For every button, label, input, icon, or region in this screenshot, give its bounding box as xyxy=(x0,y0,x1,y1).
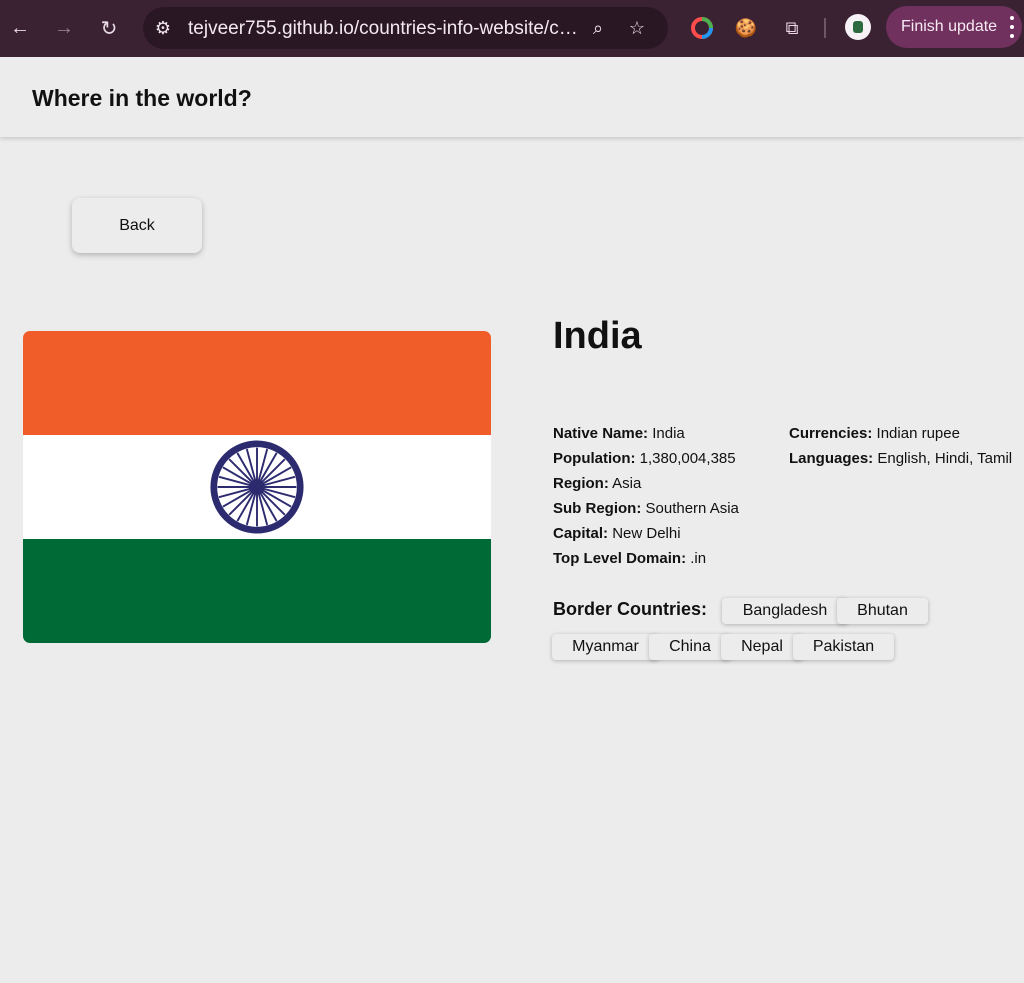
back-arrow-icon[interactable]: ← xyxy=(4,12,36,44)
reload-icon[interactable]: ↻ xyxy=(93,12,125,44)
population-row: Population: 1,380,004,385 xyxy=(553,450,736,467)
finish-update-button[interactable]: Finish update xyxy=(886,6,1022,48)
border-country-chip[interactable]: Myanmar xyxy=(552,634,659,660)
region-row: Region: Asia xyxy=(553,475,642,492)
border-country-chip[interactable]: Bhutan xyxy=(837,598,928,624)
country-flag xyxy=(23,331,491,643)
address-bar[interactable]: ⚙ tejveer755.github.io/countries-info-we… xyxy=(143,7,668,49)
currencies-row: Currencies: Indian rupee xyxy=(789,425,960,442)
color-extension-icon[interactable] xyxy=(688,14,716,42)
browser-toolbar: ← → ↻ ⚙ tejveer755.github.io/countries-i… xyxy=(0,0,1024,57)
forward-arrow-icon[interactable]: → xyxy=(48,12,80,44)
country-details-left: Native Name: India Population: 1,380,004… xyxy=(553,421,739,571)
toolbar-divider xyxy=(824,18,826,38)
flag-bottom-band xyxy=(23,539,491,643)
flag-top-band xyxy=(23,331,491,435)
extensions-puzzle-icon[interactable]: ⧉ xyxy=(778,14,806,42)
sub-region-row: Sub Region: Southern Asia xyxy=(553,500,739,517)
profile-avatar[interactable] xyxy=(845,14,871,40)
address-url[interactable]: tejveer755.github.io/countries-info-webs… xyxy=(188,18,578,40)
back-button[interactable]: Back xyxy=(72,198,202,253)
top-level-domain-row: Top Level Domain: .in xyxy=(553,550,707,567)
border-countries-label: Border Countries: xyxy=(553,599,708,619)
languages-row: Languages: English, Hindi, Tamil xyxy=(789,450,1013,467)
site-header: Where in the world? xyxy=(0,57,1024,137)
bookmark-star-icon[interactable]: ☆ xyxy=(622,13,652,43)
site-title: Where in the world? xyxy=(32,85,252,111)
capital-row: Capital: New Delhi xyxy=(553,525,681,542)
menu-dots-icon[interactable] xyxy=(1010,16,1014,38)
country-details-right: Currencies: Indian rupee Languages: Engl… xyxy=(789,421,1012,471)
cookie-icon[interactable]: 🍪 xyxy=(732,14,760,42)
border-country-chip[interactable]: Bangladesh xyxy=(722,598,848,624)
border-country-chip[interactable]: Pakistan xyxy=(793,634,894,660)
ashoka-chakra-icon xyxy=(210,440,304,534)
zoom-icon[interactable]: ⌕ xyxy=(583,13,613,43)
border-country-chip[interactable]: China xyxy=(649,634,731,660)
border-country-chip[interactable]: Nepal xyxy=(721,634,803,660)
native-name-row: Native Name: India xyxy=(553,425,685,442)
finish-update-label: Finish update xyxy=(901,18,998,35)
site-settings-icon[interactable]: ⚙ xyxy=(148,13,178,43)
country-name: India xyxy=(553,315,642,357)
